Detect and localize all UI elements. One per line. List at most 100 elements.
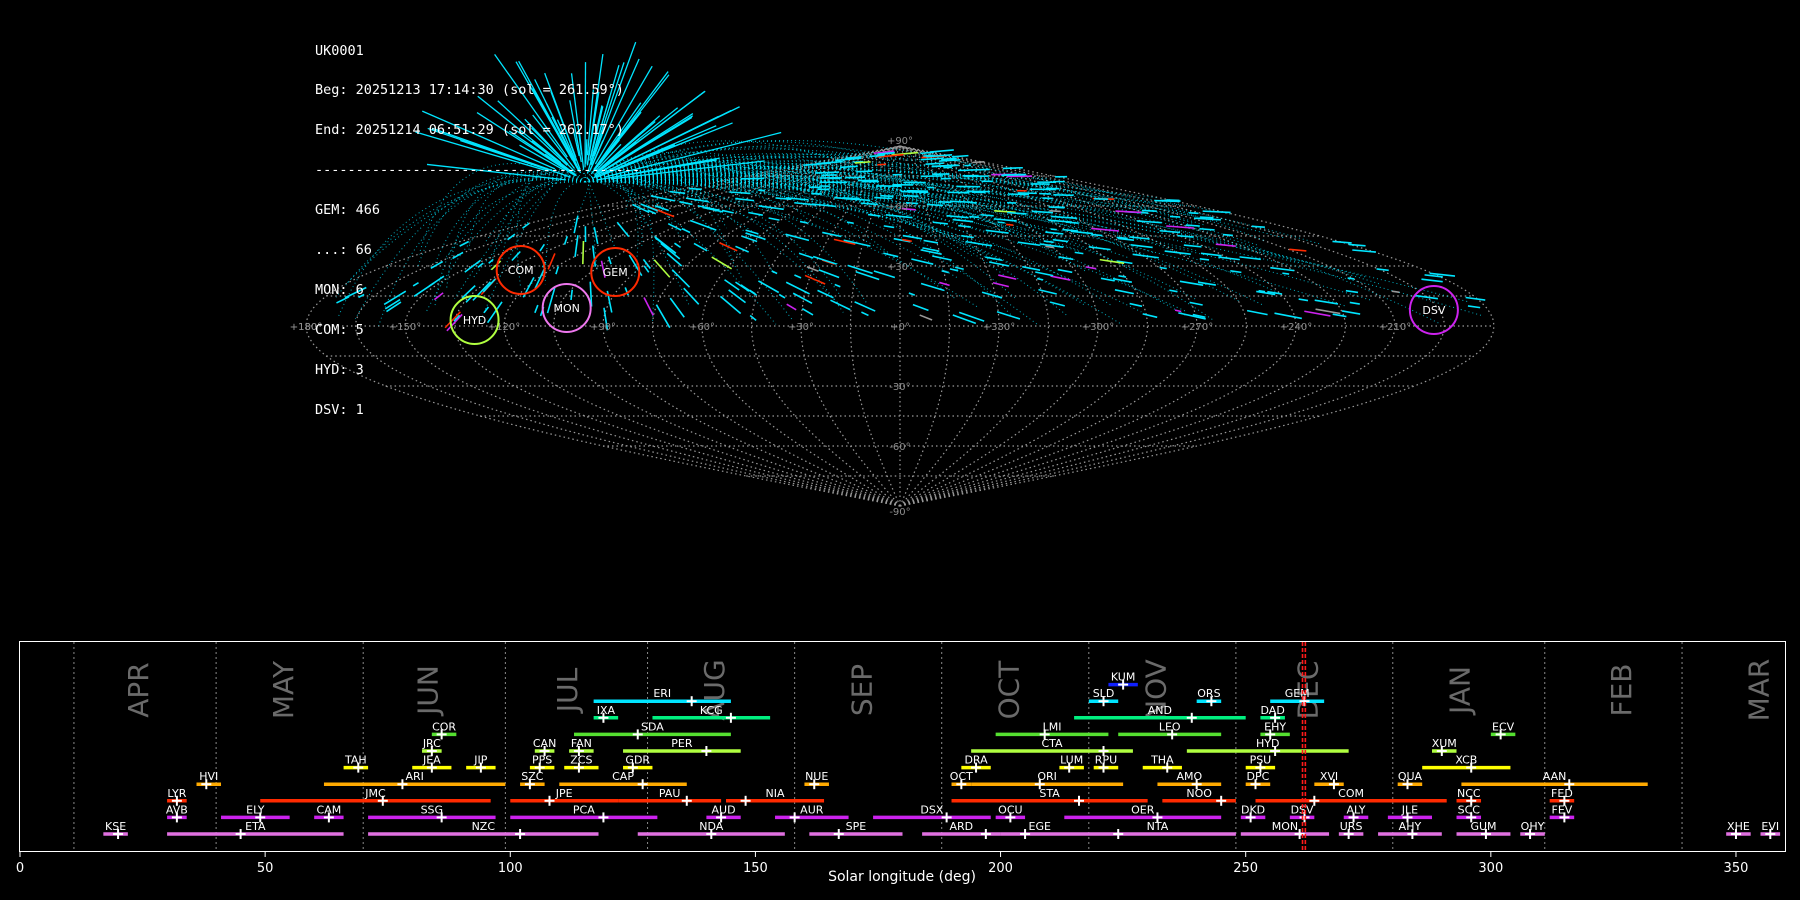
shower-code-label: EVI — [1761, 820, 1779, 833]
meteor-trail — [1074, 251, 1084, 255]
meteor-trail — [653, 259, 671, 278]
shower-code-label: URS — [1340, 820, 1363, 833]
meteor-trail — [1055, 206, 1065, 209]
meteor-trail — [1088, 246, 1111, 251]
meteor-trail — [846, 221, 854, 224]
meteor-trail — [1202, 210, 1231, 214]
meteor-trail — [847, 264, 873, 275]
meteor-trail — [728, 289, 747, 304]
meteor-trail — [880, 194, 894, 198]
meteor-trail — [1282, 272, 1290, 275]
shower-code-label: NZC — [472, 820, 496, 833]
shower-code-label: EGE — [1029, 820, 1051, 833]
meteor-trail — [768, 217, 780, 221]
shower-code-label: IXA — [597, 704, 616, 717]
meteor-trail — [1118, 274, 1127, 278]
x-tick-label: 200 — [988, 861, 1013, 876]
meteor-trail — [1136, 220, 1162, 224]
x-axis-label: Solar longitude (deg) — [828, 869, 976, 885]
meteor-trail — [741, 235, 758, 243]
meteor-trail — [1183, 244, 1202, 248]
shower-timeline-chart: APR MAY JUN JUL AUG SEP OCT NOV DEC JAN FEB MAR KUM… — [16, 641, 1786, 885]
shower-code-label: CAP — [612, 770, 634, 783]
meteor-trail — [912, 303, 929, 312]
meteor-trail — [932, 255, 952, 261]
meteor-trail — [799, 220, 808, 224]
meteor-trail — [729, 191, 751, 195]
meteor-trail — [1057, 268, 1073, 274]
meteor-trail — [1129, 236, 1150, 240]
shower-code-label: AUD — [712, 803, 736, 816]
meteor-trail — [749, 314, 757, 322]
meteor-trail — [643, 297, 654, 316]
meteor-trail — [1349, 301, 1360, 305]
meteor-trail — [1352, 249, 1377, 253]
meteor-trail — [1246, 309, 1268, 316]
begin-time: Beg: 20251213 17:14:30 (sol = 261.59°) — [315, 82, 624, 99]
meteor-trail — [815, 171, 840, 174]
month-label: MAR — [1742, 659, 1775, 722]
meteor-trail — [1251, 225, 1265, 228]
meteor-trail — [1391, 290, 1400, 294]
meteor-trail — [932, 221, 948, 225]
x-tick-label: 50 — [257, 861, 274, 876]
meteor-trail — [891, 151, 919, 156]
meteor-trail — [1053, 193, 1074, 197]
meteor-trail — [951, 154, 969, 158]
meteor-trail — [1218, 256, 1240, 261]
shower-code-label: GUM — [1470, 820, 1496, 833]
meteor-trail — [952, 218, 974, 223]
meteor-trail — [1185, 224, 1200, 227]
meteor-trail — [874, 196, 893, 200]
meteor-trail — [908, 292, 916, 296]
meteor-trail — [954, 266, 964, 271]
shower-code-label: KCG — [700, 704, 723, 717]
meteor-trail — [1052, 238, 1069, 243]
meteor-trail — [997, 221, 1005, 224]
shower-code-label: OHY — [1521, 820, 1545, 833]
meteor-trail — [992, 281, 1010, 288]
meteor-trail — [867, 213, 881, 217]
shower-code-label: PSU — [1250, 754, 1272, 767]
meteor-trail — [980, 213, 994, 217]
meteor-path — [584, 173, 1013, 317]
meteor-trail — [1314, 299, 1339, 305]
shower-code-label: JMC — [364, 787, 386, 800]
meteor-trail — [861, 311, 869, 317]
meteor-trail — [1049, 209, 1061, 213]
meteor-trail — [1062, 228, 1079, 232]
longitude-label: +0° — [890, 322, 910, 333]
count-mon: MON: 6 — [315, 281, 364, 298]
meteor-trail — [1332, 240, 1352, 244]
meteor-trail — [920, 282, 945, 292]
meteor-trail — [1174, 309, 1182, 313]
meteor-trail — [947, 191, 970, 194]
longitude-label: +300° — [1082, 322, 1114, 333]
shower-code-label: DAD — [1261, 704, 1285, 717]
meteor-trail — [748, 211, 763, 217]
meteor-trail — [939, 281, 950, 287]
meteor-trail — [740, 284, 758, 297]
meteor-trail — [735, 197, 755, 202]
info-separator: ---------------------------------------- — [315, 162, 641, 179]
shower-code-label: HYD — [1256, 737, 1279, 750]
meteor-trail — [1421, 278, 1443, 283]
meteor-trail — [1049, 301, 1066, 307]
shower-code-label: HVI — [199, 770, 218, 783]
meteor-trail — [1348, 243, 1366, 247]
meteor-trail — [830, 299, 851, 311]
shower-code-label: RPU — [1095, 754, 1117, 767]
meteor-trail — [911, 258, 934, 265]
month-label: JUN — [411, 665, 444, 717]
meteor-trail — [1159, 266, 1167, 270]
count-gem: GEM: 466 — [315, 202, 381, 219]
shower-code-label: AVB — [166, 803, 188, 816]
meteor-trail — [669, 297, 685, 318]
shower-code-label: SSG — [421, 803, 444, 816]
shower-bars: KUMERI SLD ORS GEMIXA KCG AND DADCOR SDA LMI LEO E… — [103, 671, 1781, 839]
shower-code-label: COR — [432, 720, 456, 733]
shower-code-label: DRA — [964, 754, 988, 767]
shower-code-label: LYR — [167, 787, 186, 800]
meteor-trail — [1169, 289, 1178, 293]
meteor-trail — [969, 215, 980, 219]
